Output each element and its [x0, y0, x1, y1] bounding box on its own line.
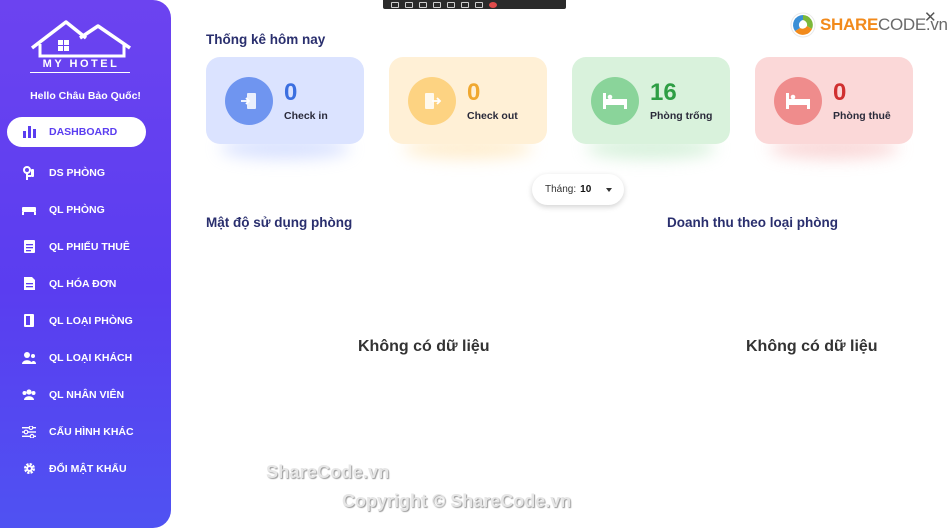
- key-icon: [22, 165, 36, 180]
- checkin-icon: [225, 77, 273, 125]
- sidebar-item-label: QL NHÂN VIÊN: [49, 388, 125, 401]
- month-label: Tháng:: [545, 184, 577, 195]
- sidebar: MY HOTEL Hello Châu Bảo Quốc! DASHBOARD …: [0, 0, 171, 528]
- toolbar-icon[interactable]: [419, 1, 427, 8]
- staff-icon: [22, 388, 36, 402]
- sidebar-item-label: QL PHÒNG: [49, 203, 105, 216]
- sidebar-item-label: QL PHIẾU THUÊ: [49, 240, 130, 253]
- chart-left-title: Mật độ sử dụng phòng: [206, 215, 353, 230]
- toolbar-icon[interactable]: [447, 1, 455, 8]
- watermark-text: ShareCode.vn: [266, 462, 390, 482]
- sidebar-item-label: DS PHÒNG: [49, 166, 106, 179]
- bed-icon: [22, 203, 36, 217]
- stat-value: 0: [284, 79, 298, 106]
- floating-toolbar[interactable]: [383, 0, 566, 9]
- logo-divider: [30, 72, 130, 73]
- toolbar-icon[interactable]: [405, 1, 413, 8]
- sidebar-item-label: QL LOẠI KHÁCH: [49, 351, 133, 364]
- invoice-icon: [22, 277, 36, 291]
- toolbar-icon[interactable]: [461, 1, 469, 8]
- sidebar-item-label: CẤU HÌNH KHÁC: [49, 425, 134, 438]
- sidebar-item-ql-nhan-vien[interactable]: QL NHÂN VIÊN: [0, 376, 171, 413]
- close-icon[interactable]: ✕: [924, 8, 937, 26]
- sidebar-item-ds-phong[interactable]: DS PHÒNG: [0, 154, 171, 191]
- stat-label: Phòng trống: [650, 110, 713, 122]
- month-select[interactable]: Tháng: 10: [532, 174, 624, 205]
- sidebar-item-cau-hinh-khac[interactable]: CẤU HÌNH KHÁC: [0, 413, 171, 450]
- bar-chart-icon: [22, 125, 36, 139]
- document-icon: [22, 240, 36, 254]
- logo-text: MY HOTEL: [42, 58, 120, 70]
- gear-icon: [22, 462, 36, 476]
- users-icon: [22, 351, 36, 365]
- toolbar-record-icon[interactable]: [489, 1, 497, 8]
- stat-label: Check in: [284, 110, 328, 122]
- sidebar-item-label: QL HÓA ĐƠN: [49, 277, 117, 290]
- sidebar-item-ql-loai-khach[interactable]: QL LOẠI KHÁCH: [0, 339, 171, 376]
- sliders-icon: [22, 425, 36, 439]
- stat-label: Phòng thuê: [833, 110, 891, 122]
- checkout-icon: [408, 77, 456, 125]
- stats-title: Thống kê hôm nay: [206, 32, 326, 47]
- chart-right-title: Doanh thu theo loại phòng: [667, 215, 838, 230]
- chart-right-empty: Không có dữ liệu: [746, 338, 878, 355]
- sidebar-item-ql-phieu-thue[interactable]: QL PHIẾU THUÊ: [0, 228, 171, 265]
- bed-icon: [591, 77, 639, 125]
- stat-card-phong-trong[interactable]: 16 Phòng trống: [572, 57, 730, 144]
- sidebar-item-dashboard[interactable]: DASHBOARD: [7, 117, 146, 147]
- door-icon: [22, 314, 36, 328]
- sharecode-logo-icon: [790, 12, 816, 38]
- stat-card-checkin[interactable]: 0 Check in: [206, 57, 364, 144]
- stat-value: 0: [467, 79, 481, 106]
- sidebar-item-ql-loai-phong[interactable]: QL LOẠI PHÒNG: [0, 302, 171, 339]
- brand-share: SHARE: [820, 15, 879, 34]
- greeting: Hello Châu Bảo Quốc!: [30, 90, 141, 102]
- stat-label: Check out: [467, 110, 518, 122]
- stat-value: 0: [833, 79, 847, 106]
- stat-card-phong-thue[interactable]: 0 Phòng thuê: [755, 57, 913, 144]
- toolbar-icon[interactable]: [433, 1, 441, 8]
- chevron-down-icon: [606, 188, 612, 192]
- month-value: 10: [580, 184, 592, 195]
- sidebar-item-doi-mat-khau[interactable]: ĐỔI MẬT KHẨU: [0, 450, 171, 487]
- stat-card-checkout[interactable]: 0 Check out: [389, 57, 547, 144]
- toolbar-icon[interactable]: [475, 1, 483, 8]
- sidebar-item-label: QL LOẠI PHÒNG: [49, 314, 133, 327]
- sidebar-menu: DASHBOARD DS PHÒNG QL PHÒNG QL PHIẾU THU…: [0, 117, 171, 487]
- sidebar-item-label: ĐỔI MẬT KHẨU: [49, 462, 127, 475]
- bed-icon: [774, 77, 822, 125]
- sidebar-item-ql-phong[interactable]: QL PHÒNG: [0, 191, 171, 228]
- sidebar-item-label: DASHBOARD: [49, 126, 118, 138]
- sidebar-item-ql-hoa-don[interactable]: QL HÓA ĐƠN: [0, 265, 171, 302]
- stat-value: 16: [650, 79, 677, 106]
- chart-left-empty: Không có dữ liệu: [358, 338, 490, 355]
- brand-code: CODE.vn: [878, 15, 948, 34]
- toolbar-icon[interactable]: [391, 1, 399, 8]
- watermark-copyright: Copyright © ShareCode.vn: [342, 491, 572, 511]
